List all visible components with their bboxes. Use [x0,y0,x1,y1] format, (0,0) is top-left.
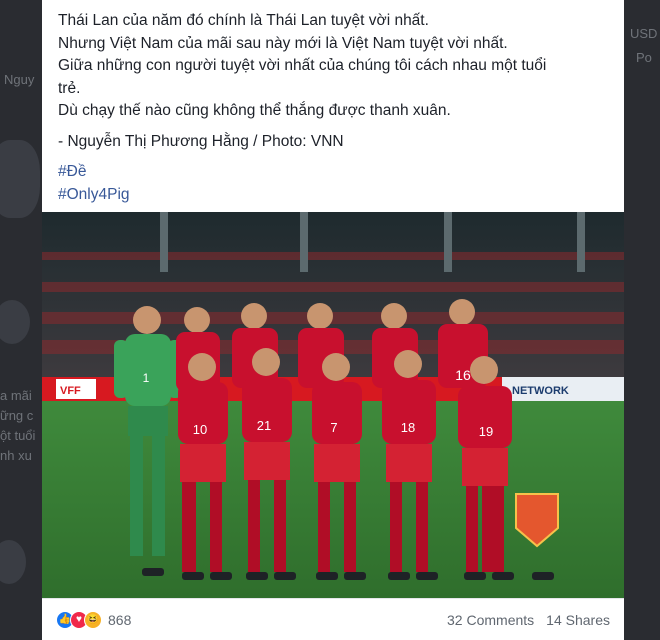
shirt-number: 10 [193,422,207,437]
post-line: trẻ. [58,79,81,97]
reaction-count[interactable]: 868 [108,612,131,628]
shirt-number: 7 [330,420,337,435]
bg-text: USD [630,26,658,41]
hashtag-link[interactable]: #Đề [58,161,624,184]
bg-text: ững c [0,408,34,423]
shirt-number: 18 [401,420,415,435]
team-photo[interactable]: VFF NETWORK 1 16 10 21 7 18 19 [42,212,624,598]
ad-board-network: NETWORK [512,385,569,397]
bg-text: a mãi [0,388,32,403]
shirt-number: 16 [455,367,471,383]
post-stats: 32 Comments 14 Shares [447,612,610,628]
shirt-number: 19 [479,424,493,439]
right-feed-column [624,0,660,640]
post-line: Giữa những con người tuyệt vời nhất của … [58,57,547,74]
bg-text: Nguy [4,72,35,87]
reactions-summary[interactable]: 👍 ♥ 😆 868 [56,610,131,629]
post-message: Thái Lan của năm đó chính là Thái Lan tu… [42,0,624,206]
team-photo-illustration: VFF NETWORK 1 16 10 21 7 18 19 [42,212,624,598]
post-line: Dù chạy thế nào cũng không thể thắng đượ… [58,102,451,119]
ad-board-vff: VFF [60,385,81,397]
post-card: Thái Lan của năm đó chính là Thái Lan tu… [42,0,624,640]
bg-text: Po [636,50,652,65]
post-footer: 👍 ♥ 😆 868 32 Comments 14 Shares [42,598,624,640]
post-line: Nhưng Việt Nam của mãi sau này mới là Vi… [58,34,508,52]
hashtag-link[interactable]: #Only4Pig [58,184,624,207]
bg-text: nh xu [0,448,32,463]
keeper-number: 1 [143,371,150,385]
shares-count[interactable]: 14 Shares [546,612,610,628]
bg-avatar [0,140,40,218]
shirt-number: 21 [257,418,271,433]
haha-reaction-icon: 😆 [84,610,102,629]
post-line: Thái Lan của năm đó chính là Thái Lan tu… [58,12,429,29]
bg-text: ột tuổi [0,428,36,443]
post-credit: - Nguyễn Thị Phương Hằng / Photo: VNN [58,132,344,150]
comments-count[interactable]: 32 Comments [447,612,534,628]
